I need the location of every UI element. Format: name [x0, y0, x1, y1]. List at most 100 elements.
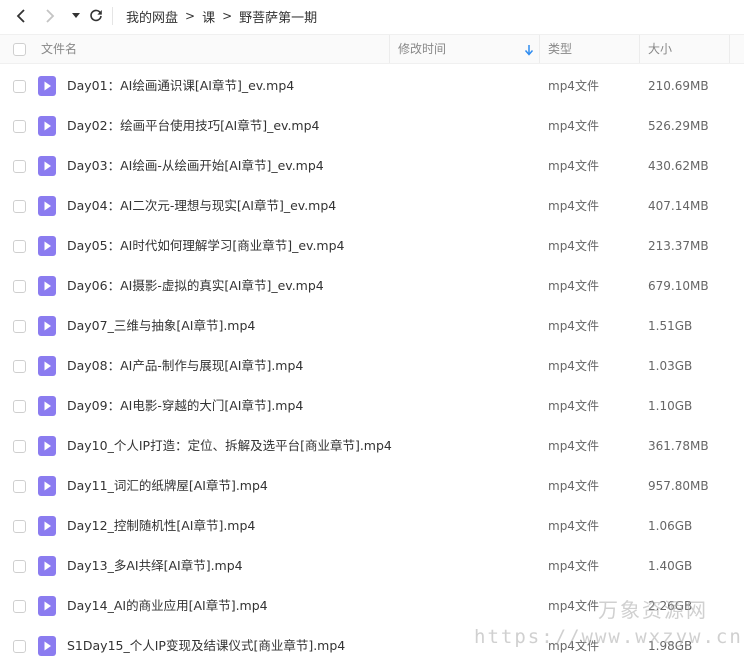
file-name[interactable]: Day10_个人IP打造：定位、拆解及选平台[商业章节].mp4: [67, 426, 392, 466]
video-file-icon: [38, 396, 56, 416]
file-type: mp4文件: [548, 519, 599, 533]
breadcrumb-item[interactable]: 我的网盘: [126, 7, 178, 26]
video-file-icon: [38, 236, 56, 256]
file-name[interactable]: Day05：AI时代如何理解学习[商业章节]_ev.mp4: [67, 226, 345, 266]
column-divider[interactable]: [389, 35, 390, 63]
file-size: 1.03GB: [648, 359, 693, 373]
column-header-modified[interactable]: 修改时间: [398, 35, 446, 63]
history-dropdown-button[interactable]: [66, 6, 86, 26]
file-row[interactable]: Day03：AI绘画-从绘画开始[AI章节]_ev.mp4 mp4文件 430.62…: [0, 146, 744, 186]
file-name[interactable]: Day03：AI绘画-从绘画开始[AI章节]_ev.mp4: [67, 146, 324, 186]
file-size: 361.78MB: [648, 439, 709, 453]
row-checkbox[interactable]: [13, 600, 26, 613]
file-size: 213.37MB: [648, 239, 709, 253]
file-name[interactable]: Day12_控制随机性[AI章节].mp4: [67, 506, 255, 546]
file-row[interactable]: Day04：AI二次元-理想与现实[AI章节]_ev.mp4 mp4文件 407.1…: [0, 186, 744, 226]
row-checkbox[interactable]: [13, 320, 26, 333]
row-checkbox[interactable]: [13, 520, 26, 533]
file-type: mp4文件: [548, 79, 599, 93]
column-divider[interactable]: [639, 35, 640, 63]
row-checkbox[interactable]: [13, 280, 26, 293]
row-checkbox[interactable]: [13, 360, 26, 373]
file-row[interactable]: Day07_三维与抽象[AI章节].mp4 mp4文件 1.51GB: [0, 306, 744, 346]
file-list: Day01：AI绘画通识课[AI章节]_ev.mp4 mp4文件 210.69MB D…: [0, 66, 744, 666]
row-checkbox[interactable]: [13, 240, 26, 253]
row-checkbox[interactable]: [13, 120, 26, 133]
file-size: 679.10MB: [648, 279, 709, 293]
video-file-icon: [38, 276, 56, 296]
file-type: mp4文件: [548, 239, 599, 253]
chevron-right-icon: [46, 9, 55, 23]
row-checkbox[interactable]: [13, 440, 26, 453]
caret-down-icon: [72, 13, 80, 18]
breadcrumb-item[interactable]: 野菩萨第一期: [239, 7, 317, 26]
file-type: mp4文件: [548, 279, 599, 293]
file-size: 1.06GB: [648, 519, 693, 533]
file-name[interactable]: Day04：AI二次元-理想与现实[AI章节]_ev.mp4: [67, 186, 336, 226]
breadcrumb-item[interactable]: 课: [202, 7, 215, 26]
file-name[interactable]: Day14_AI的商业应用[AI章节].mp4: [67, 586, 268, 626]
video-file-icon: [38, 316, 56, 336]
select-all-checkbox[interactable]: [13, 43, 26, 56]
column-header-size[interactable]: 大小: [648, 35, 672, 63]
file-name[interactable]: Day01：AI绘画通识课[AI章节]_ev.mp4: [67, 66, 294, 106]
watermark-text: 万象资源网: [598, 598, 708, 622]
file-type: mp4文件: [548, 399, 599, 413]
file-size: 210.69MB: [648, 79, 709, 93]
video-file-icon: [38, 116, 56, 136]
video-file-icon: [38, 356, 56, 376]
row-checkbox[interactable]: [13, 400, 26, 413]
file-size: 1.51GB: [648, 319, 693, 333]
file-size: 430.62MB: [648, 159, 709, 173]
file-row[interactable]: Day10_个人IP打造：定位、拆解及选平台[商业章节].mp4 mp4文件 361…: [0, 426, 744, 466]
row-checkbox[interactable]: [13, 80, 26, 93]
file-row[interactable]: Day02：绘画平台使用技巧[AI章节]_ev.mp4 mp4文件 526.29MB: [0, 106, 744, 146]
file-row[interactable]: Day05：AI时代如何理解学习[商业章节]_ev.mp4 mp4文件 213.37…: [0, 226, 744, 266]
video-file-icon: [38, 556, 56, 576]
forward-button[interactable]: [40, 6, 60, 26]
watermark-url: https://www.wxzyw.cn: [474, 626, 743, 648]
file-row[interactable]: Day09：AI电影-穿越的大门[AI章节].mp4 mp4文件 1.10GB: [0, 386, 744, 426]
row-checkbox[interactable]: [13, 160, 26, 173]
file-row[interactable]: Day06：AI摄影-虚拟的真实[AI章节]_ev.mp4 mp4文件 679.10…: [0, 266, 744, 306]
file-name[interactable]: Day07_三维与抽象[AI章节].mp4: [67, 306, 255, 346]
file-size: 526.29MB: [648, 119, 709, 133]
column-header-type[interactable]: 类型: [548, 35, 572, 63]
row-checkbox[interactable]: [13, 200, 26, 213]
file-type: mp4文件: [548, 559, 599, 573]
column-divider[interactable]: [539, 35, 540, 63]
refresh-button[interactable]: [86, 6, 106, 26]
file-name[interactable]: Day13_多AI共绎[AI章节].mp4: [67, 546, 243, 586]
file-row[interactable]: Day12_控制随机性[AI章节].mp4 mp4文件 1.06GB: [0, 506, 744, 546]
sort-descending-icon[interactable]: [524, 44, 534, 56]
chevron-left-icon: [16, 9, 25, 23]
file-size: 1.40GB: [648, 559, 693, 573]
breadcrumb-separator: >: [222, 9, 233, 23]
row-checkbox[interactable]: [13, 560, 26, 573]
file-name[interactable]: Day11_词汇的纸牌屋[AI章节].mp4: [67, 466, 268, 506]
file-row[interactable]: Day13_多AI共绎[AI章节].mp4 mp4文件 1.40GB: [0, 546, 744, 586]
file-name[interactable]: Day06：AI摄影-虚拟的真实[AI章节]_ev.mp4: [67, 266, 324, 306]
file-type: mp4文件: [548, 439, 599, 453]
file-type: mp4文件: [548, 159, 599, 173]
file-name[interactable]: Day08：AI产品-制作与展现[AI章节].mp4: [67, 346, 303, 386]
video-file-icon: [38, 596, 56, 616]
file-browser: 我的网盘 > 课 > 野菩萨第一期 文件名 修改时间 类型 大小 Day01：A…: [0, 0, 744, 671]
file-name[interactable]: Day09：AI电影-穿越的大门[AI章节].mp4: [67, 386, 303, 426]
video-file-icon: [38, 476, 56, 496]
file-row[interactable]: Day08：AI产品-制作与展现[AI章节].mp4 mp4文件 1.03GB: [0, 346, 744, 386]
navigation-bar: 我的网盘 > 课 > 野菩萨第一期: [0, 0, 744, 32]
back-button[interactable]: [11, 6, 31, 26]
column-divider[interactable]: [729, 35, 730, 63]
file-row[interactable]: Day01：AI绘画通识课[AI章节]_ev.mp4 mp4文件 210.69MB: [0, 66, 744, 106]
file-type: mp4文件: [548, 199, 599, 213]
row-checkbox[interactable]: [13, 480, 26, 493]
file-size: 407.14MB: [648, 199, 709, 213]
file-row[interactable]: Day11_词汇的纸牌屋[AI章节].mp4 mp4文件 957.80MB: [0, 466, 744, 506]
row-checkbox[interactable]: [13, 640, 26, 653]
breadcrumb: 我的网盘 > 课 > 野菩萨第一期: [126, 0, 317, 32]
column-header-name[interactable]: 文件名: [41, 35, 77, 63]
file-name[interactable]: Day02：绘画平台使用技巧[AI章节]_ev.mp4: [67, 106, 320, 146]
video-file-icon: [38, 196, 56, 216]
file-name[interactable]: S1Day15_个人IP变现及结课仪式[商业章节].mp4: [67, 626, 345, 666]
